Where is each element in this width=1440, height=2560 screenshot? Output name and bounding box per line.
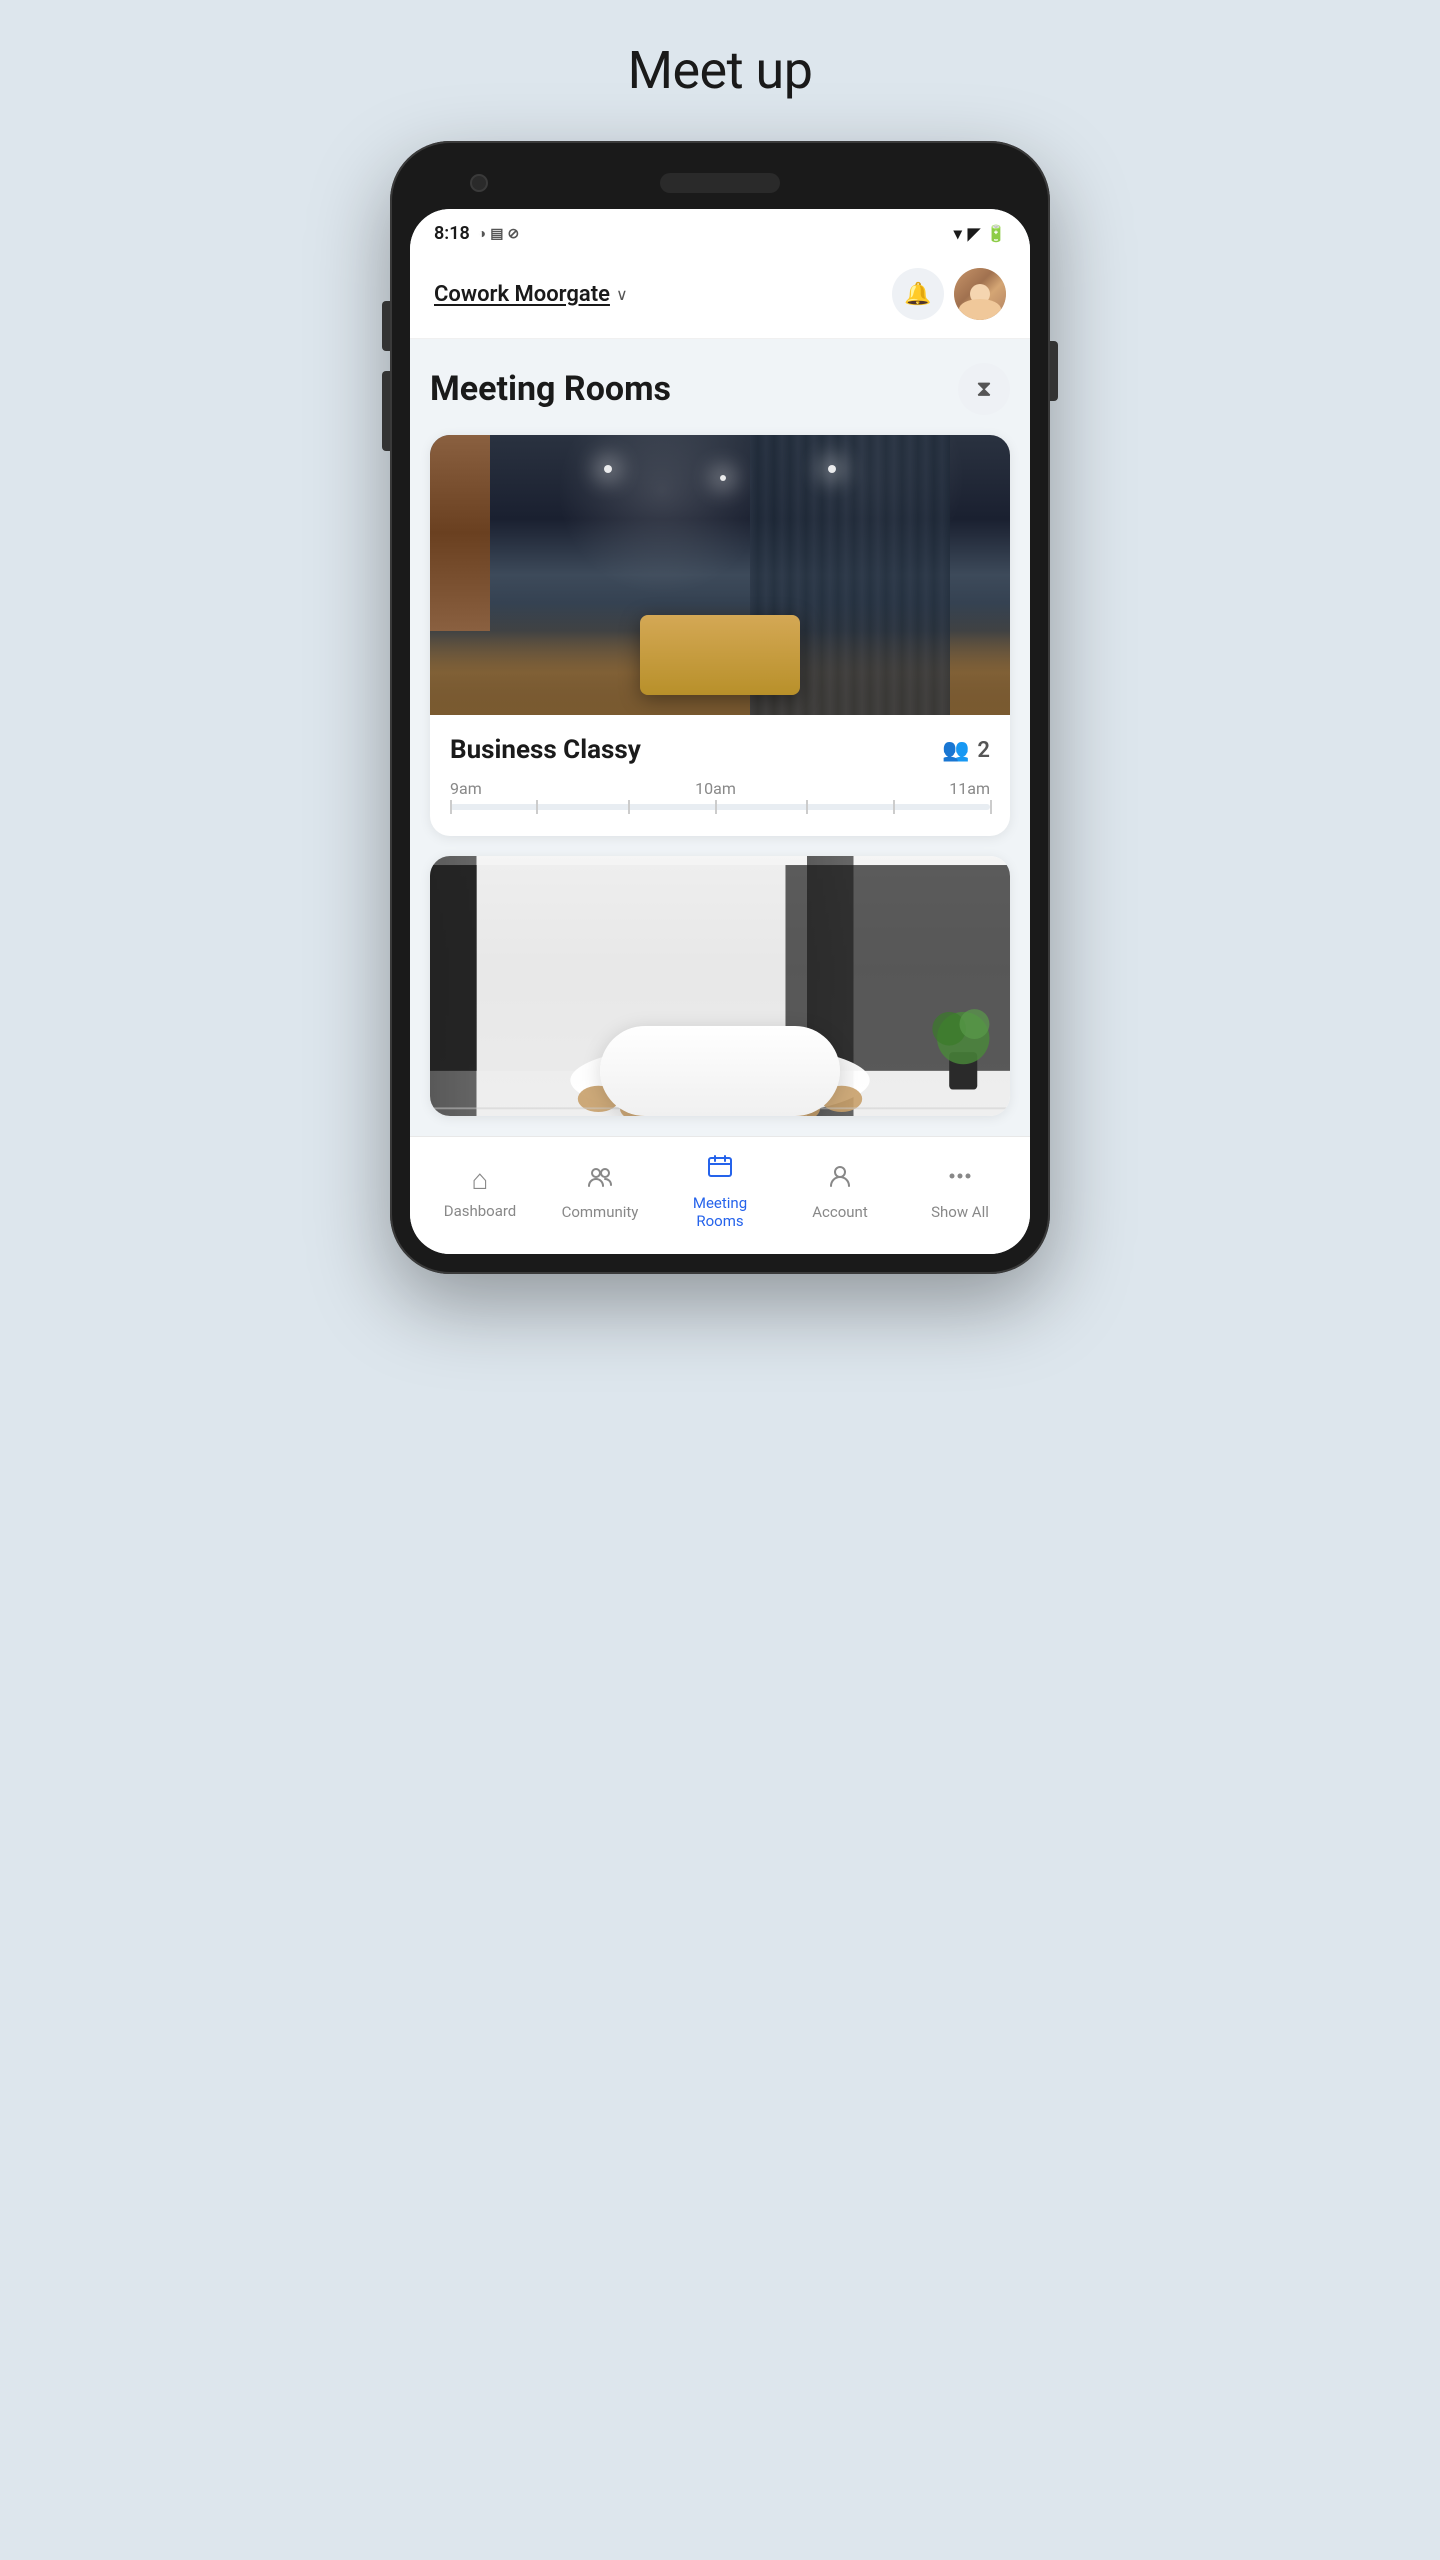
location-selector[interactable]: Cowork Moorgate ∨ [434, 282, 628, 307]
volume-down-button [382, 371, 390, 451]
time-label-10am: 10am [695, 779, 736, 798]
tick-1 [536, 800, 538, 814]
timeline-labels-1: 9am 10am 11am [450, 779, 990, 798]
app-title: Meet up [628, 40, 813, 101]
nav-item-dashboard[interactable]: ⌂ Dashboard [420, 1163, 540, 1220]
room-card-1[interactable]: Business Classy 👥 2 9am 10am 11am [430, 435, 1010, 836]
user-avatar-button[interactable] [954, 268, 1006, 320]
piechart-icon: ◑ [478, 225, 486, 242]
timeline-bar-1 [450, 804, 990, 810]
nav-label-meeting-rooms: MeetingRooms [693, 1194, 747, 1230]
ceiling-light-2 [828, 465, 836, 473]
avatar-image [954, 268, 1006, 320]
section-title: Meeting Rooms [430, 369, 671, 409]
status-left: 8:18 ◑ ▤ ⊘ [434, 223, 519, 244]
nav-item-account[interactable]: Account [780, 1162, 900, 1221]
signal-icon: ◤ [968, 224, 980, 243]
room-card-2[interactable] [430, 856, 1010, 1116]
nav-item-show-all[interactable]: Show All [900, 1162, 1020, 1221]
capacity-badge-1: 👥 2 [942, 738, 990, 763]
account-icon [826, 1162, 854, 1197]
status-right: ▾ ◤ 🔋 [954, 224, 1006, 243]
tick-3 [715, 800, 717, 814]
phone-top-bar [410, 161, 1030, 209]
people-icon-1: 👥 [942, 738, 969, 763]
time-label-11am: 11am [949, 779, 990, 798]
front-camera [470, 174, 488, 192]
time-label-9am: 9am [450, 779, 482, 798]
nav-label-community: Community [562, 1203, 639, 1221]
app-header: Cowork Moorgate ∨ 🔔 [410, 254, 1030, 339]
ceiling-light-3 [720, 475, 726, 481]
notification-button[interactable]: 🔔 [892, 268, 944, 320]
status-icons: ◑ ▤ ⊘ [478, 225, 519, 242]
nav-label-show-all: Show All [931, 1203, 989, 1221]
phone-screen: 8:18 ◑ ▤ ⊘ ▾ ◤ 🔋 Cowork Moorgate ∨ [410, 209, 1030, 1254]
battery-icon: 🔋 [986, 224, 1006, 243]
nav-item-community[interactable]: Community [540, 1162, 660, 1221]
tick-4 [806, 800, 808, 814]
nav-item-meeting-rooms[interactable]: MeetingRooms [660, 1153, 780, 1230]
section-header: Meeting Rooms ⧗ [430, 363, 1010, 415]
sync-icon: ⊘ [507, 226, 519, 242]
tick-end [990, 800, 992, 814]
tick-5 [893, 800, 895, 814]
chevron-down-icon: ∨ [616, 285, 628, 304]
room-image-2 [430, 856, 1010, 1116]
room-info-1: Business Classy 👥 2 9am 10am 11am [430, 715, 1010, 836]
nav-label-account: Account [812, 1203, 868, 1221]
phone-speaker [660, 173, 780, 193]
bottom-nav: ⌂ Dashboard Community [410, 1136, 1030, 1254]
capacity-count-1: 2 [977, 738, 990, 763]
nav-label-dashboard: Dashboard [444, 1202, 517, 1220]
main-content: Meeting Rooms ⧗ Business C [410, 339, 1030, 1116]
phone-device: 8:18 ◑ ▤ ⊘ ▾ ◤ 🔋 Cowork Moorgate ∨ [390, 141, 1050, 1274]
community-icon [586, 1162, 614, 1197]
more-icon [946, 1162, 974, 1197]
tick-2 [628, 800, 630, 814]
wifi-icon: ▾ [954, 224, 962, 243]
status-bar: 8:18 ◑ ▤ ⊘ ▾ ◤ 🔋 [410, 209, 1030, 254]
header-actions: 🔔 [892, 268, 1006, 320]
filter-icon: ⧗ [976, 377, 991, 402]
home-icon: ⌂ [472, 1163, 489, 1196]
volume-up-button [382, 301, 390, 351]
room-svg-2 [430, 856, 1010, 1116]
location-name: Cowork Moorgate [434, 282, 610, 307]
power-button [1050, 341, 1058, 401]
ceiling-light-1 [604, 465, 612, 473]
room-curtains [750, 435, 950, 715]
bell-icon: 🔔 [904, 282, 931, 307]
panel-left [430, 435, 490, 631]
meeting-rooms-icon [706, 1153, 734, 1188]
room-name-row-1: Business Classy 👥 2 [450, 735, 990, 765]
filter-button[interactable]: ⧗ [958, 363, 1010, 415]
timeline-1: 9am 10am 11am [450, 779, 990, 826]
tick-start [450, 800, 452, 814]
room-image-1 [430, 435, 1010, 715]
sd-card-icon: ▤ [490, 226, 503, 242]
room-name-1: Business Classy [450, 735, 641, 765]
status-time: 8:18 [434, 223, 470, 244]
